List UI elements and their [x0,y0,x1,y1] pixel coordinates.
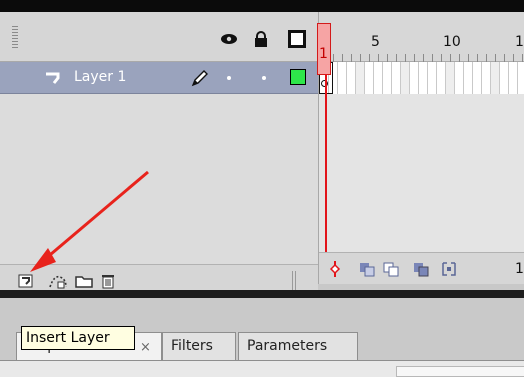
modify-onion-markers-icon[interactable] [441,261,457,277]
layer-row[interactable]: Layer 1 [0,62,318,94]
layer-name: Layer 1 [74,69,127,85]
delete-layer-icon[interactable] [100,273,116,289]
current-frame-number: 1 [515,261,524,277]
ruler-ticks [319,54,524,62]
tab-parameters[interactable]: Parameters [238,332,358,360]
center-frame-icon[interactable] [329,261,341,277]
insert-folder-icon[interactable] [74,273,94,289]
lock-dot[interactable] [262,76,266,80]
tab-filters[interactable]: Filters [162,332,236,360]
lock-icon[interactable] [254,30,268,48]
visibility-dot[interactable] [227,76,231,80]
layers-header [0,12,318,62]
flash-timeline-window: Layer 1 5 10 1 1 1 × Filters Parameters … [0,0,524,377]
playhead-line [325,74,327,276]
outline-icon[interactable] [288,30,306,48]
onion-skin-outlines-icon[interactable] [383,261,399,277]
panel-resize-grip[interactable] [292,271,298,291]
frame-grid [319,62,524,94]
insert-layer-icon[interactable] [18,273,34,289]
ruler-number: 5 [371,34,380,50]
layers-panel: Layer 1 [0,12,318,308]
tab-parameters-label: Parameters [247,338,328,354]
timeline-footer: 1 [319,252,524,284]
tab-filters-label: Filters [171,338,213,354]
pencil-icon [190,68,210,88]
ruler-number: 10 [443,34,461,50]
insert-layer-tooltip: Insert Layer [21,326,135,350]
panel-grip-icon[interactable] [12,26,18,48]
ruler-number: 1 [515,34,524,50]
frames-row[interactable] [319,62,524,94]
eye-icon[interactable] [220,30,238,48]
layer-page-icon [44,71,64,85]
top-bar [0,0,524,12]
properties-field[interactable] [396,366,524,377]
add-motion-guide-icon[interactable] [48,273,68,289]
close-icon[interactable]: × [140,340,151,355]
edit-multiple-frames-icon[interactable] [413,261,429,277]
onion-skin-icon[interactable] [359,261,375,277]
panel-separator [0,290,524,298]
layer-color-swatch[interactable] [290,69,306,85]
frame-ruler[interactable]: 5 10 1 [319,12,524,62]
timeline-panel: 5 10 1 1 1 [317,12,524,284]
playhead-handle[interactable]: 1 [317,23,331,75]
playhead-frame-label: 1 [319,46,328,62]
